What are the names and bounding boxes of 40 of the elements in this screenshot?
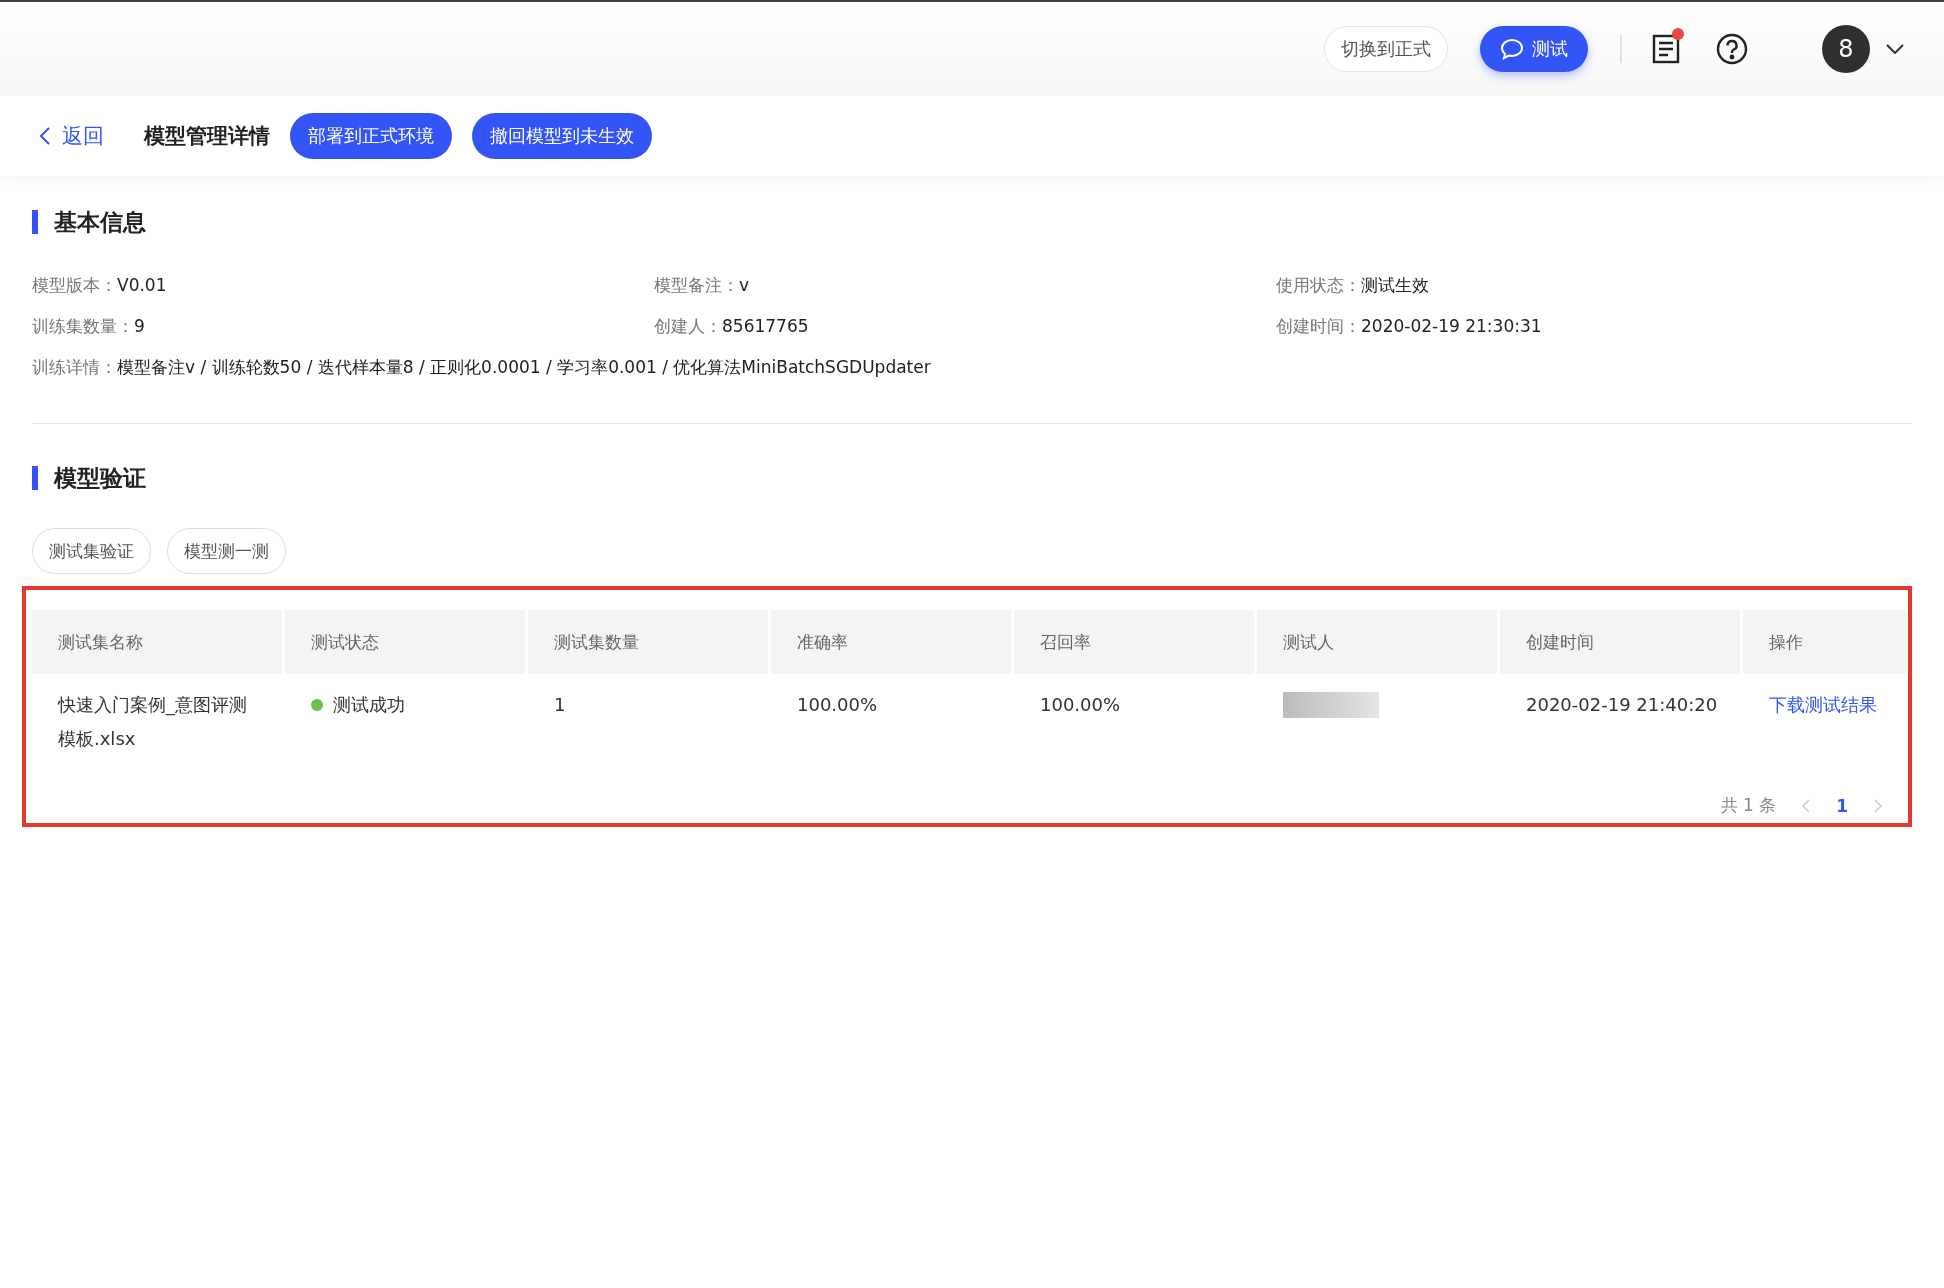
document-icon[interactable] <box>1652 34 1680 64</box>
action-button[interactable]: 撤回模型到未生效 <box>472 113 652 159</box>
page-title: 模型管理详情 <box>144 123 270 150</box>
total-count: 共 1 条 <box>1720 794 1777 817</box>
validation-tab[interactable]: 模型测一测 <box>167 528 286 574</box>
download-link[interactable]: 下载测试结果 <box>1769 694 1877 715</box>
info-field: 创建人：85617765 <box>654 315 1276 338</box>
section-title: 模型验证 <box>32 466 1912 490</box>
page-number[interactable]: 1 <box>1836 795 1848 816</box>
column-header: 准确率 <box>771 610 1014 674</box>
info-field: 训练集数量：9 <box>32 315 654 338</box>
column-header: 召回率 <box>1014 610 1257 674</box>
chat-bubble-icon <box>1500 38 1524 60</box>
info-field: 使用状态：测试生效 <box>1276 274 1912 297</box>
table-cell-text: 2020-02-19 21:40:20 <box>1525 693 1719 717</box>
help-icon[interactable] <box>1714 31 1750 67</box>
status-text: 测试成功 <box>333 694 405 715</box>
column-header: 测试集数量 <box>528 610 771 674</box>
training-detail: 训练详情：模型备注v / 训练轮数50 / 迭代样本量8 / 正则化0.0001 / 学习率0.001 / 优化算法MiniBatchSGDUpdater <box>32 356 932 379</box>
action-button[interactable]: 部署到正式环境 <box>290 113 452 159</box>
column-header: 测试状态 <box>285 610 528 674</box>
column-header: 测试集名称 <box>32 610 285 674</box>
table-cell-text: 快速入门案例_意图评测模板.xlsx <box>56 693 248 751</box>
info-field: 创建时间：2020-02-19 21:30:31 <box>1276 315 1912 338</box>
user-avatar[interactable]: 8 <box>1822 25 1870 73</box>
chevron-left-icon <box>40 127 50 145</box>
section-title: 基本信息 <box>32 210 1912 234</box>
column-header: 测试人 <box>1257 610 1500 674</box>
column-header: 操作 <box>1743 610 1909 674</box>
validation-tab[interactable]: 测试集验证 <box>32 528 151 574</box>
table-cell-text: 1 <box>553 693 567 717</box>
column-header: 创建时间 <box>1500 610 1743 674</box>
chevron-down-icon[interactable] <box>1886 44 1904 54</box>
test-chat-button[interactable]: 测试 <box>1480 26 1588 72</box>
back-link[interactable]: 返回 <box>40 122 104 150</box>
info-field: 模型版本：V0.01 <box>32 274 654 297</box>
table-cell-text: 100.00% <box>796 693 879 717</box>
switch-env-button[interactable]: 切换到正式 <box>1324 26 1448 72</box>
table-cell-text: 100.00% <box>1039 693 1122 717</box>
info-field: 模型备注：v <box>654 274 1276 297</box>
